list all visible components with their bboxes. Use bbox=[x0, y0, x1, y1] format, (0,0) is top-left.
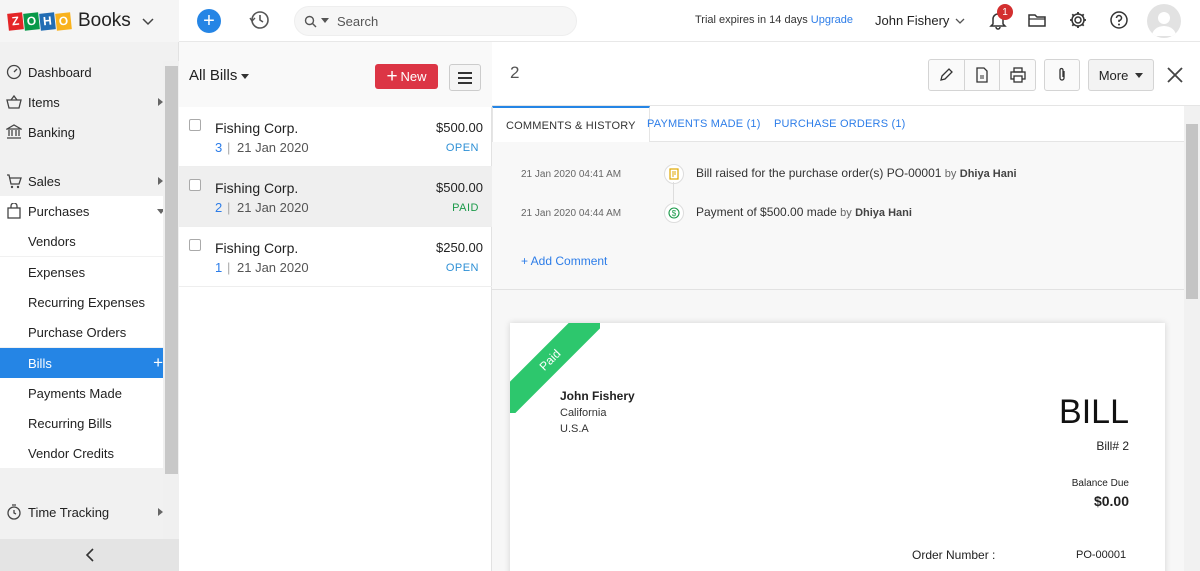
new-bill-button[interactable]: + New bbox=[375, 64, 438, 89]
sidebar-collapse-button[interactable] bbox=[0, 539, 179, 571]
toolbar-group bbox=[928, 59, 1036, 91]
sidebar-scrollbar-thumb[interactable] bbox=[165, 66, 178, 474]
sidebar: Dashboard Items Banking Sales Purchases … bbox=[0, 42, 179, 571]
gear-icon[interactable] bbox=[1068, 10, 1088, 30]
tab-payments-made[interactable]: PAYMENTS MADE (1) bbox=[647, 106, 761, 142]
search-bar[interactable] bbox=[294, 6, 577, 36]
bill-number: 1 bbox=[215, 260, 223, 275]
detail-scrollbar-thumb[interactable] bbox=[1186, 124, 1198, 299]
sidebar-item-payments-made[interactable]: Payments Made bbox=[0, 378, 163, 408]
avatar[interactable] bbox=[1147, 4, 1181, 38]
attach-button[interactable] bbox=[1044, 59, 1080, 91]
table-row[interactable]: Fishing Corp. 3 | 21 Jan 2020 $500.00 OP… bbox=[179, 107, 492, 167]
upgrade-link[interactable]: Upgrade bbox=[811, 14, 853, 26]
notification-badge: 1 bbox=[997, 4, 1013, 20]
sidebar-item-bills[interactable]: Bills + bbox=[0, 348, 163, 378]
pdf-button[interactable] bbox=[965, 60, 1001, 90]
folder-icon[interactable] bbox=[1027, 10, 1047, 30]
cart-icon bbox=[7, 174, 22, 189]
history-icon[interactable] bbox=[248, 9, 270, 31]
plus-icon: + bbox=[386, 66, 398, 87]
sidebar-item-recurring-expenses[interactable]: Recurring Expenses bbox=[0, 287, 163, 317]
bill-detail-panel: 2 More COMMENTS & HISTORY PAYMENTS MADE … bbox=[492, 42, 1200, 571]
balance-due-value: $0.00 bbox=[1093, 493, 1129, 509]
app-brand[interactable]: Z O H O Books bbox=[0, 0, 179, 42]
note-icon bbox=[664, 164, 684, 184]
print-button[interactable] bbox=[1000, 60, 1035, 90]
basket-icon bbox=[6, 94, 22, 109]
chevron-down-icon bbox=[955, 18, 965, 24]
sidebar-item-expenses[interactable]: Expenses bbox=[0, 257, 163, 287]
close-icon[interactable] bbox=[1165, 65, 1185, 85]
row-checkbox[interactable] bbox=[189, 239, 201, 251]
help-icon[interactable] bbox=[1109, 10, 1129, 30]
bag-icon bbox=[7, 203, 21, 219]
view-selector[interactable]: All Bills bbox=[189, 67, 249, 84]
edit-button[interactable] bbox=[929, 60, 965, 90]
printer-icon bbox=[1010, 67, 1026, 83]
document-title: BILL bbox=[1059, 393, 1129, 431]
bill-list-panel: All Bills + New Fishing Corp. 3 | 21 Jan… bbox=[179, 42, 492, 571]
row-checkbox[interactable] bbox=[189, 119, 201, 131]
tab-comments-history[interactable]: COMMENTS & HISTORY bbox=[492, 106, 650, 143]
table-row[interactable]: Fishing Corp. 2 | 21 Jan 2020 $500.00 PA… bbox=[179, 167, 492, 227]
table-row[interactable]: Fishing Corp. 1 | 21 Jan 2020 $250.00 OP… bbox=[179, 227, 492, 287]
status-badge: PAID bbox=[452, 202, 479, 214]
list-header: All Bills + New bbox=[179, 42, 492, 107]
status-badge: OPEN bbox=[445, 142, 479, 154]
chevron-down-icon[interactable] bbox=[141, 14, 155, 28]
hamburger-icon bbox=[458, 71, 472, 74]
row-checkbox[interactable] bbox=[189, 179, 201, 191]
detail-header: 2 More bbox=[492, 42, 1200, 106]
search-icon bbox=[304, 15, 317, 27]
trial-notice: Trial expires in 14 days Upgrade bbox=[695, 14, 853, 26]
history-entry: Bill raised for the purchase order(s) PO… bbox=[696, 166, 1017, 180]
sidebar-item-sales[interactable]: Sales bbox=[0, 166, 163, 196]
list-menu-button[interactable] bbox=[449, 64, 481, 91]
top-bar: Z O H O Books + Trial expires in 14 days… bbox=[0, 0, 1200, 42]
user-avatar-icon bbox=[1152, 12, 1176, 36]
sidebar-item-banking[interactable]: Banking bbox=[0, 117, 163, 147]
history-timeline: 21 Jan 2020 04:41 AM Bill raised for the… bbox=[492, 142, 1184, 290]
chevron-left-icon bbox=[85, 548, 94, 562]
caret-down-icon[interactable] bbox=[321, 18, 329, 24]
pencil-icon bbox=[940, 68, 954, 81]
bank-icon bbox=[6, 124, 22, 139]
sidebar-item-items[interactable]: Items bbox=[0, 87, 163, 117]
tab-purchase-orders[interactable]: PURCHASE ORDERS (1) bbox=[774, 106, 906, 142]
sidebar-item-purchases[interactable]: Purchases bbox=[0, 196, 165, 226]
app-name: Books bbox=[78, 10, 131, 31]
page-title: 2 bbox=[510, 63, 520, 82]
user-menu[interactable]: John Fishery bbox=[875, 13, 965, 28]
sidebar-item-dashboard[interactable]: Dashboard bbox=[0, 57, 163, 87]
more-button[interactable]: More bbox=[1088, 59, 1154, 91]
clock-icon bbox=[7, 504, 21, 520]
bill-document: Paid John Fishery California U.S.A BILL … bbox=[510, 323, 1165, 571]
history-entry: Payment of $500.00 made by Dhiya Hani bbox=[696, 205, 912, 219]
sidebar-item-recurring-bills[interactable]: Recurring Bills bbox=[0, 408, 163, 438]
paperclip-icon bbox=[1059, 67, 1065, 81]
sidebar-item-vendor-credits[interactable]: Vendor Credits bbox=[0, 438, 163, 468]
dashboard-icon bbox=[6, 64, 22, 80]
svg-text:$: $ bbox=[672, 209, 677, 218]
status-badge: OPEN bbox=[445, 262, 479, 274]
bill-number: 3 bbox=[215, 140, 223, 155]
sidebar-item-purchase-orders[interactable]: Purchase Orders bbox=[0, 317, 163, 347]
search-input[interactable] bbox=[337, 13, 537, 29]
add-comment-link[interactable]: + Add Comment bbox=[521, 254, 607, 268]
detail-tabs: COMMENTS & HISTORY PAYMENTS MADE (1) PUR… bbox=[492, 106, 1184, 143]
dollar-icon: $ bbox=[664, 203, 684, 223]
sidebar-item-time-tracking[interactable]: Time Tracking bbox=[0, 497, 163, 527]
add-bill-icon[interactable]: + bbox=[153, 353, 163, 373]
sidebar-item-vendors[interactable]: Vendors bbox=[0, 226, 163, 256]
bill-number: 2 bbox=[215, 200, 223, 215]
pdf-icon bbox=[976, 67, 988, 83]
quick-create-button[interactable]: + bbox=[197, 9, 221, 33]
zoho-logo: Z O H O bbox=[7, 11, 72, 31]
